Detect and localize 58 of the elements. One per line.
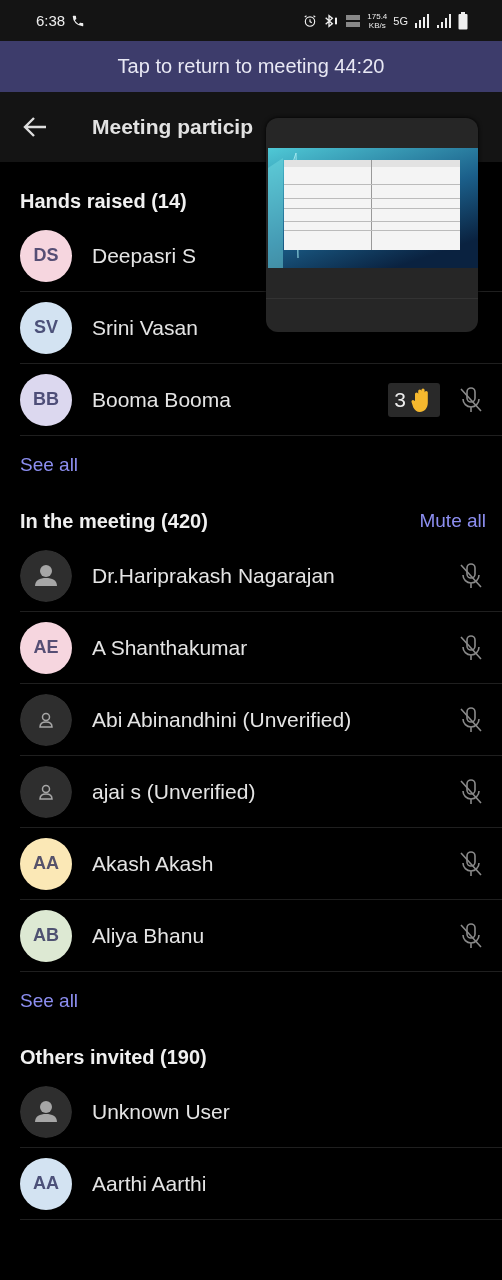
participant-name: Unknown User — [92, 1099, 231, 1124]
mic-off-icon[interactable] — [458, 561, 484, 590]
clock-time: 6:38 — [36, 12, 66, 29]
participant-name: Abi Abinandhini (Unverified) — [92, 707, 353, 732]
person-outline-avatar-icon — [20, 765, 72, 818]
participant-name: ajai s (Unverified) — [92, 779, 257, 804]
participant-name: A Shanthakumar — [92, 635, 249, 660]
participant-row[interactable]: ajai s (Unverified) — [20, 756, 502, 828]
mic-off-icon[interactable] — [458, 385, 484, 414]
participant-row[interactable]: Abi Abinandhini (Unverified) — [20, 684, 502, 756]
participant-row[interactable]: AA Aarthi Aarthi — [20, 1148, 502, 1220]
section-heading: In the meeting (420) — [20, 509, 208, 533]
bluetooth-icon — [323, 13, 340, 28]
participant-name: Deepasri S — [92, 243, 197, 268]
mic-off-icon[interactable] — [458, 849, 484, 878]
avatar: SV — [20, 301, 72, 354]
mic-off-icon[interactable] — [458, 705, 484, 734]
participant-row[interactable]: Dr.Hariprakash Nagarajan — [20, 540, 502, 612]
video-tile[interactable] — [266, 118, 478, 332]
see-all-link[interactable]: See all — [20, 454, 79, 476]
mute-all-link[interactable]: Mute all — [419, 510, 486, 532]
avatar: DS — [20, 229, 72, 282]
person-outline-avatar-icon — [20, 693, 72, 746]
mic-off-icon[interactable] — [458, 777, 484, 806]
avatar: AE — [20, 621, 72, 674]
return-to-meeting-banner[interactable]: Tap to return to meeting 44:20 — [0, 41, 502, 92]
participant-name: Aarthi Aarthi — [92, 1171, 208, 1196]
participant-row[interactable]: AB Aliya Bhanu — [20, 900, 502, 972]
mic-off-icon[interactable] — [458, 633, 484, 662]
signal-icon — [414, 13, 430, 28]
participant-name: Aliya Bhanu — [92, 923, 206, 948]
network-type: 5G — [393, 14, 408, 27]
participant-name: Srini Vasan — [92, 315, 199, 340]
page-title: Meeting particip — [92, 115, 254, 139]
network-speed: 175.4 KB/s — [367, 11, 388, 30]
participant-name: Booma Booma — [92, 387, 232, 412]
raised-hand-badge: 3 — [388, 382, 440, 417]
volte-icon — [345, 13, 362, 28]
participant-row[interactable]: BB Booma Booma 3 — [20, 364, 502, 436]
participant-row[interactable]: Unknown User — [20, 1076, 502, 1148]
participant-name: Dr.Hariprakash Nagarajan — [92, 563, 336, 588]
signal-icon — [436, 13, 452, 28]
avatar: AA — [20, 837, 72, 890]
person-avatar-icon — [20, 1085, 72, 1138]
avatar: AB — [20, 909, 72, 962]
see-all-link[interactable]: See all — [20, 990, 79, 1012]
avatar: AA — [20, 1157, 72, 1210]
avatar: BB — [20, 373, 72, 426]
mic-off-icon[interactable] — [458, 921, 484, 950]
person-avatar-icon — [20, 549, 72, 602]
participant-name: Akash Akash — [92, 851, 215, 876]
section-heading: Hands raised (14) — [20, 189, 187, 213]
alarm-icon — [303, 13, 318, 28]
participant-row[interactable]: AE A Shanthakumar — [20, 612, 502, 684]
battery-icon — [458, 11, 468, 30]
participant-row[interactable]: AA Akash Akash — [20, 828, 502, 900]
section-heading: Others invited (190) — [20, 1045, 207, 1069]
phone-icon — [71, 13, 86, 28]
